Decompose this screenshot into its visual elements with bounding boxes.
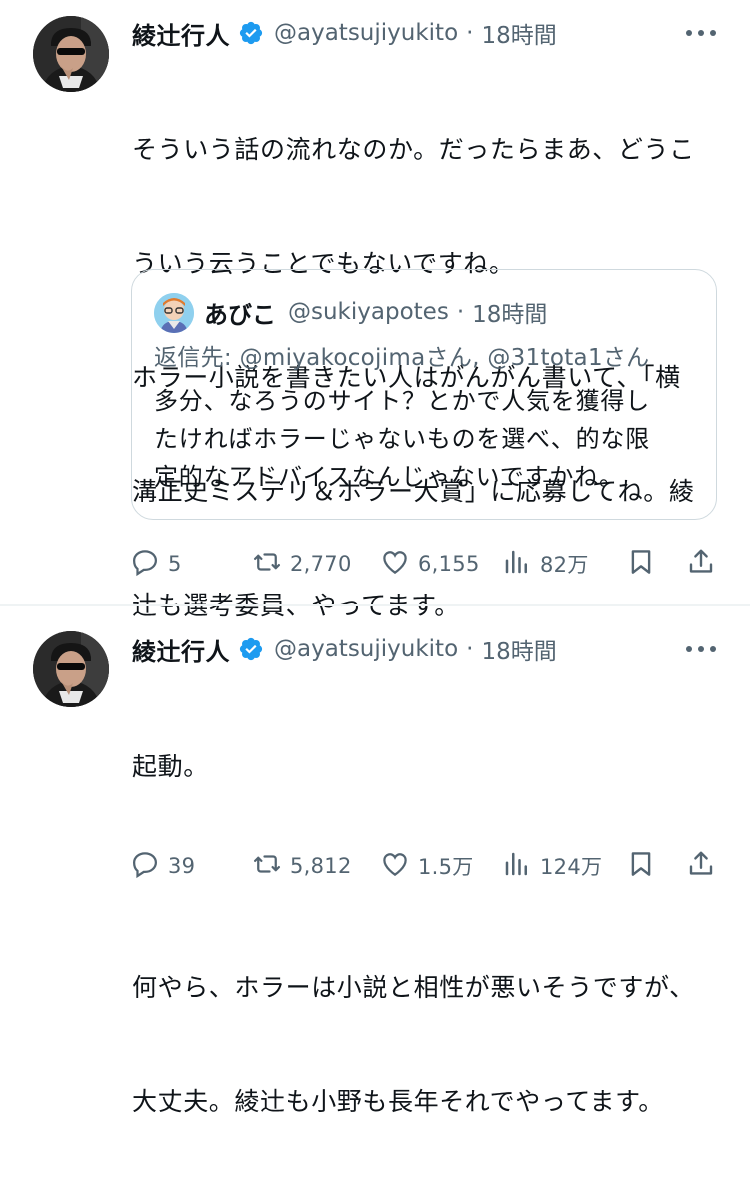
like-button[interactable]: 1.5万	[380, 846, 474, 886]
author-name[interactable]: 綾辻行人	[132, 16, 230, 51]
verified-badge-icon	[238, 20, 264, 46]
mention-link[interactable]: @31tota1さん	[487, 345, 649, 371]
retweet-button[interactable]: 2,770	[252, 544, 352, 584]
replying-to: 返信先: @miyakocojimaさん, @31tota1さん	[154, 338, 649, 372]
replying-to-label: 返信先:	[154, 345, 240, 371]
heart-icon	[380, 849, 410, 883]
action-bar: 5 2,770 6,155 82万	[130, 544, 720, 584]
quoted-text-line: たければホラーじゃないものを選べ、的な限	[154, 425, 650, 453]
bookmark-button[interactable]	[626, 846, 656, 886]
reply-count: 39	[168, 854, 196, 878]
retweet-count: 2,770	[290, 552, 352, 576]
share-button[interactable]	[686, 544, 716, 584]
author-avatar[interactable]	[33, 16, 109, 92]
quoted-tweet[interactable]: あびこ @sukiyapotes · 18時間 返信先: @miyakocoji…	[131, 269, 717, 520]
quoted-text-line: 定的なアドバイスなんじゃないですかね。	[154, 463, 624, 491]
verified-badge-icon	[238, 636, 264, 662]
separator-dot: ·	[466, 20, 474, 46]
retweet-icon	[252, 849, 282, 883]
author-name[interactable]: 綾辻行人	[132, 632, 230, 667]
retweet-icon	[252, 547, 282, 581]
tweet-text-line: そういう話の流れなのか。だったらまあ、どうこ	[132, 135, 695, 164]
tweet-text-line: 大丈夫。綾辻も小野も長年それでやってます。	[132, 1087, 664, 1116]
view-count: 82万	[540, 553, 589, 577]
action-bar: 39 5,812 1.5万 124万	[130, 846, 720, 886]
mention-separator: ,	[472, 345, 488, 371]
share-button[interactable]	[686, 846, 716, 886]
like-count: 1.5万	[418, 855, 474, 879]
reply-bubble-icon	[130, 849, 160, 883]
views-button[interactable]: 124万	[502, 846, 602, 886]
tweet[interactable]: 綾辻行人 @ayatsujiyukito · 18時間 起動。 何やら、ホラーは…	[0, 606, 750, 1116]
timestamp[interactable]: 18時間	[481, 632, 556, 666]
quoted-tweet-header: あびこ @sukiyapotes · 18時間	[204, 292, 547, 332]
retweet-button[interactable]: 5,812	[252, 846, 352, 886]
like-count: 6,155	[418, 552, 480, 576]
author-avatar[interactable]	[33, 631, 109, 707]
separator-dot: ·	[456, 299, 465, 325]
quoted-author-avatar[interactable]	[154, 293, 194, 333]
views-bar-chart-icon	[502, 547, 532, 581]
timestamp[interactable]: 18時間	[481, 16, 556, 50]
views-button[interactable]: 82万	[502, 544, 589, 584]
heart-icon	[380, 547, 410, 581]
quoted-tweet-text: 多分、なろうのサイト？とかで人気を獲得し たければホラーじゃないものを選べ、的な…	[154, 382, 704, 496]
mention-link[interactable]: @miyakocojimaさん	[240, 345, 473, 371]
tweet-text-line: 起動。	[132, 752, 209, 781]
share-upload-icon	[686, 849, 716, 883]
more-dots-icon[interactable]	[684, 639, 718, 659]
separator-dot: ·	[466, 636, 474, 662]
quoted-timestamp[interactable]: 18時間	[472, 295, 547, 329]
view-count: 124万	[540, 855, 603, 879]
quoted-author-name[interactable]: あびこ	[204, 295, 276, 330]
quoted-author-handle[interactable]: @sukiyapotes	[288, 299, 449, 325]
like-button[interactable]: 6,155	[380, 544, 480, 584]
bookmark-icon	[626, 849, 656, 883]
bookmark-icon	[626, 547, 656, 581]
tweet-header: 綾辻行人 @ayatsujiyukito · 18時間	[132, 13, 557, 53]
tweet-text-line: 何やら、ホラーは小説と相性が悪いそうですが、	[132, 973, 695, 1002]
reply-count: 5	[168, 552, 182, 576]
share-upload-icon	[686, 547, 716, 581]
more-dots-icon[interactable]	[684, 23, 718, 43]
views-bar-chart-icon	[502, 849, 532, 883]
author-handle[interactable]: @ayatsujiyukito	[274, 20, 458, 46]
author-handle[interactable]: @ayatsujiyukito	[274, 636, 458, 662]
tweet-text: 起動。 何やら、ホラーは小説と相性が悪いそうですが、 大丈夫。綾辻も小野も長年そ…	[132, 672, 722, 1197]
reply-bubble-icon	[130, 547, 160, 581]
reply-button[interactable]: 39	[130, 846, 195, 886]
tweet[interactable]: 綾辻行人 @ayatsujiyukito · 18時間 そういう話の流れなのか。…	[0, 0, 750, 620]
bookmark-button[interactable]	[626, 544, 656, 584]
retweet-count: 5,812	[290, 854, 352, 878]
reply-button[interactable]: 5	[130, 544, 182, 584]
tweet-header: 綾辻行人 @ayatsujiyukito · 18時間	[132, 629, 557, 669]
quoted-text-line: 多分、なろうのサイト？とかで人気を獲得し	[154, 387, 650, 415]
